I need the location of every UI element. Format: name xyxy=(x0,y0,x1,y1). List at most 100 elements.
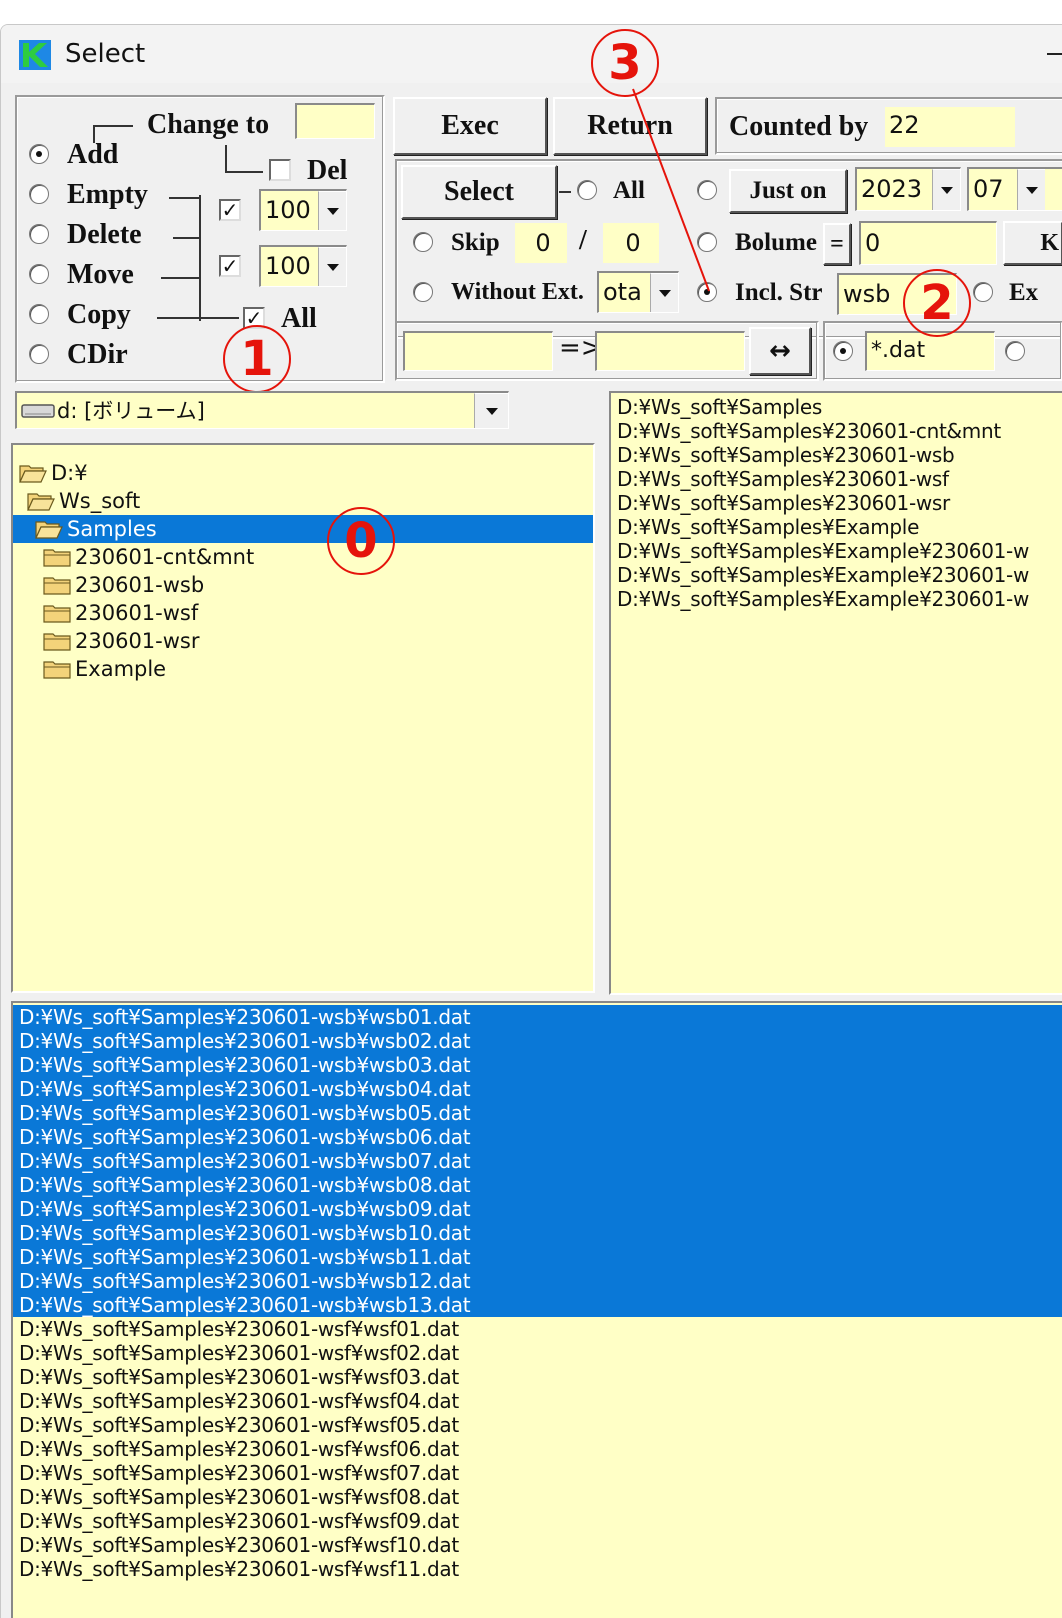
ex-radio[interactable] xyxy=(973,282,993,302)
change-to-field[interactable] xyxy=(295,103,375,139)
skip-radio[interactable] xyxy=(413,232,433,252)
file-list-item[interactable]: D:¥Ws_soft¥Samples¥230601-wsb¥wsb01.dat xyxy=(13,1005,1062,1029)
op-radio-empty[interactable] xyxy=(29,184,49,204)
file-list-item[interactable]: D:¥Ws_soft¥Samples¥230601-wsf¥wsf05.dat xyxy=(13,1413,1062,1437)
file-list-item[interactable]: D:¥Ws_soft¥Samples¥230601-wsb¥wsb13.dat xyxy=(13,1293,1062,1317)
tree-item-label: Samples xyxy=(67,517,157,541)
file-list[interactable]: D:¥Ws_soft¥Samples¥230601-wsb¥wsb01.dat D… xyxy=(11,1001,1062,1618)
bolume-op-button[interactable]: = xyxy=(823,223,851,265)
tree-item-label: 230601-wsf xyxy=(75,601,199,625)
file-list-item[interactable]: D:¥Ws_soft¥Samples¥230601-wsb¥wsb05.dat xyxy=(13,1101,1062,1125)
year-value: 2023 xyxy=(861,175,923,203)
month-combo[interactable]: 07 xyxy=(967,167,1062,211)
file-list-item[interactable]: D:¥Ws_soft¥Samples¥230601-wsf¥wsf04.dat xyxy=(13,1389,1062,1413)
change-to-label: Change to xyxy=(147,109,270,140)
annotation-marker-1: 1 xyxy=(223,325,291,393)
chevron-down-icon[interactable] xyxy=(1017,169,1045,210)
count-combo-2[interactable]: 100 xyxy=(259,245,347,287)
exec-button[interactable]: Exec xyxy=(393,97,547,155)
directory-list-item[interactable]: D:¥Ws_soft¥Samples¥Example¥230601-w xyxy=(611,563,1062,587)
rename-from-field[interactable] xyxy=(403,331,553,371)
window-title: Select xyxy=(65,39,146,69)
tree-item[interactable]: Samples xyxy=(13,515,593,543)
file-list-item[interactable]: D:¥Ws_soft¥Samples¥230601-wsf¥wsf09.dat xyxy=(13,1509,1062,1533)
op-label-empty: Empty xyxy=(67,179,148,210)
select-all-radio[interactable] xyxy=(577,180,597,200)
tree-item[interactable]: Example xyxy=(13,655,166,683)
file-list-item[interactable]: D:¥Ws_soft¥Samples¥230601-wsb¥wsb07.dat xyxy=(13,1149,1062,1173)
select-button[interactable]: Select xyxy=(401,165,557,219)
file-list-item[interactable]: D:¥Ws_soft¥Samples¥230601-wsb¥wsb03.dat xyxy=(13,1053,1062,1077)
file-list-item[interactable]: D:¥Ws_soft¥Samples¥230601-wsf¥wsf10.dat xyxy=(13,1533,1062,1557)
op-radio-copy[interactable] xyxy=(29,304,49,324)
directory-list-item[interactable]: D:¥Ws_soft¥Samples¥Example¥230601-w xyxy=(611,587,1062,611)
connector-line xyxy=(161,277,199,279)
file-list-item[interactable]: D:¥Ws_soft¥Samples¥230601-wsb¥wsb09.dat xyxy=(13,1197,1062,1221)
file-list-item[interactable]: D:¥Ws_soft¥Samples¥230601-wsb¥wsb08.dat xyxy=(13,1173,1062,1197)
drive-combo[interactable]: d: [ボリューム] xyxy=(15,391,509,429)
directory-list-item[interactable]: D:¥Ws_soft¥Samples¥230601-wsb xyxy=(611,443,1062,467)
folder-icon xyxy=(43,633,71,651)
folder-tree[interactable]: D:¥ Ws_soft Samples 230601-cnt&mnt 230601-ws… xyxy=(11,443,595,993)
just-on-button[interactable]: Just on xyxy=(729,169,847,213)
directory-list-item[interactable]: D:¥Ws_soft¥Samples¥Example xyxy=(611,515,1062,539)
tree-item[interactable]: 230601-wsf xyxy=(13,599,198,627)
chevron-down-icon[interactable] xyxy=(318,191,346,230)
file-list-item[interactable]: D:¥Ws_soft¥Samples¥230601-wsb¥wsb04.dat xyxy=(13,1077,1062,1101)
annotation-leader-line xyxy=(632,88,710,292)
file-list-item[interactable]: D:¥Ws_soft¥Samples¥230601-wsb¥wsb06.dat xyxy=(13,1125,1062,1149)
folder-icon xyxy=(43,605,71,623)
tree-item[interactable]: D:¥ xyxy=(13,459,88,487)
file-list-item[interactable]: D:¥Ws_soft¥Samples¥230601-wsf¥wsf08.dat xyxy=(13,1485,1062,1509)
tree-item[interactable]: Ws_soft xyxy=(13,487,140,515)
directory-list-item[interactable]: D:¥Ws_soft¥Samples¥Example¥230601-w xyxy=(611,539,1062,563)
filter-radio-2[interactable] xyxy=(1005,341,1025,361)
file-list-item[interactable]: D:¥Ws_soft¥Samples¥230601-wsf¥wsf01.dat xyxy=(13,1317,1062,1341)
file-list-item[interactable]: D:¥Ws_soft¥Samples¥230601-wsf¥wsf07.dat xyxy=(13,1461,1062,1485)
directory-list-item[interactable]: D:¥Ws_soft¥Samples¥230601-cnt&mnt xyxy=(611,419,1062,443)
file-list-item[interactable]: D:¥Ws_soft¥Samples¥230601-wsb¥wsb10.dat xyxy=(13,1221,1062,1245)
op-radio-add[interactable] xyxy=(29,144,49,164)
chevron-down-icon[interactable] xyxy=(932,169,960,210)
tree-item-label: 230601-wsr xyxy=(75,629,200,653)
rename-to-field[interactable] xyxy=(595,331,745,371)
filter-field[interactable]: *.dat xyxy=(865,331,995,371)
op-radio-delete[interactable] xyxy=(29,224,49,244)
file-list-item[interactable]: D:¥Ws_soft¥Samples¥230601-wsb¥wsb11.dat xyxy=(13,1245,1062,1269)
directory-list-item[interactable]: D:¥Ws_soft¥Samples xyxy=(611,395,1062,419)
skip-a-field[interactable]: 0 xyxy=(515,223,567,263)
bolume-unit-button[interactable]: K xyxy=(1003,221,1062,265)
file-list-item[interactable]: D:¥Ws_soft¥Samples¥230601-wsf¥wsf02.dat xyxy=(13,1341,1062,1365)
tree-item[interactable]: 230601-wsr xyxy=(13,627,200,655)
folder-open-icon xyxy=(35,521,63,539)
counted-by-field[interactable]: 22 xyxy=(885,107,1015,147)
file-list-item[interactable]: D:¥Ws_soft¥Samples¥230601-wsb¥wsb02.dat xyxy=(13,1029,1062,1053)
op-radio-cdir[interactable] xyxy=(29,344,49,364)
del-checkbox[interactable] xyxy=(269,159,291,181)
op-radio-move[interactable] xyxy=(29,264,49,284)
filter-radio[interactable] xyxy=(833,341,853,361)
directory-list[interactable]: D:¥Ws_soft¥Samples D:¥Ws_soft¥Samples¥230… xyxy=(609,391,1062,995)
title-bar: Select xyxy=(1,25,1062,83)
chevron-down-icon[interactable] xyxy=(474,393,508,428)
file-list-item[interactable]: D:¥Ws_soft¥Samples¥230601-wsf¥wsf11.dat xyxy=(13,1557,1062,1581)
file-list-item[interactable]: D:¥Ws_soft¥Samples¥230601-wsf¥wsf06.dat xyxy=(13,1437,1062,1461)
incl-str-label: Incl. Str xyxy=(735,279,823,306)
combo2-checkbox[interactable]: ✓ xyxy=(219,255,241,277)
combo1-checkbox[interactable]: ✓ xyxy=(219,199,241,221)
without-ext-radio[interactable] xyxy=(413,282,433,302)
file-list-item[interactable]: D:¥Ws_soft¥Samples¥230601-wsf¥wsf03.dat xyxy=(13,1365,1062,1389)
bolume-field[interactable]: 0 xyxy=(859,221,997,265)
tree-item[interactable]: 230601-wsb xyxy=(13,571,204,599)
folder-icon xyxy=(43,661,71,679)
chevron-down-icon[interactable] xyxy=(318,247,346,286)
year-combo[interactable]: 2023 xyxy=(855,167,961,211)
file-list-item[interactable]: D:¥Ws_soft¥Samples¥230601-wsb¥wsb12.dat xyxy=(13,1269,1062,1293)
minimize-icon[interactable] xyxy=(1047,53,1062,55)
directory-list-item[interactable]: D:¥Ws_soft¥Samples¥230601-wsf xyxy=(611,467,1062,491)
count-combo-1[interactable]: 100 xyxy=(259,189,347,231)
swap-button[interactable]: ↔ xyxy=(749,327,811,375)
directory-list-item[interactable]: D:¥Ws_soft¥Samples¥230601-wsr xyxy=(611,491,1062,515)
tree-item-label: D:¥ xyxy=(51,461,88,485)
tree-item[interactable]: 230601-cnt&mnt xyxy=(13,543,254,571)
